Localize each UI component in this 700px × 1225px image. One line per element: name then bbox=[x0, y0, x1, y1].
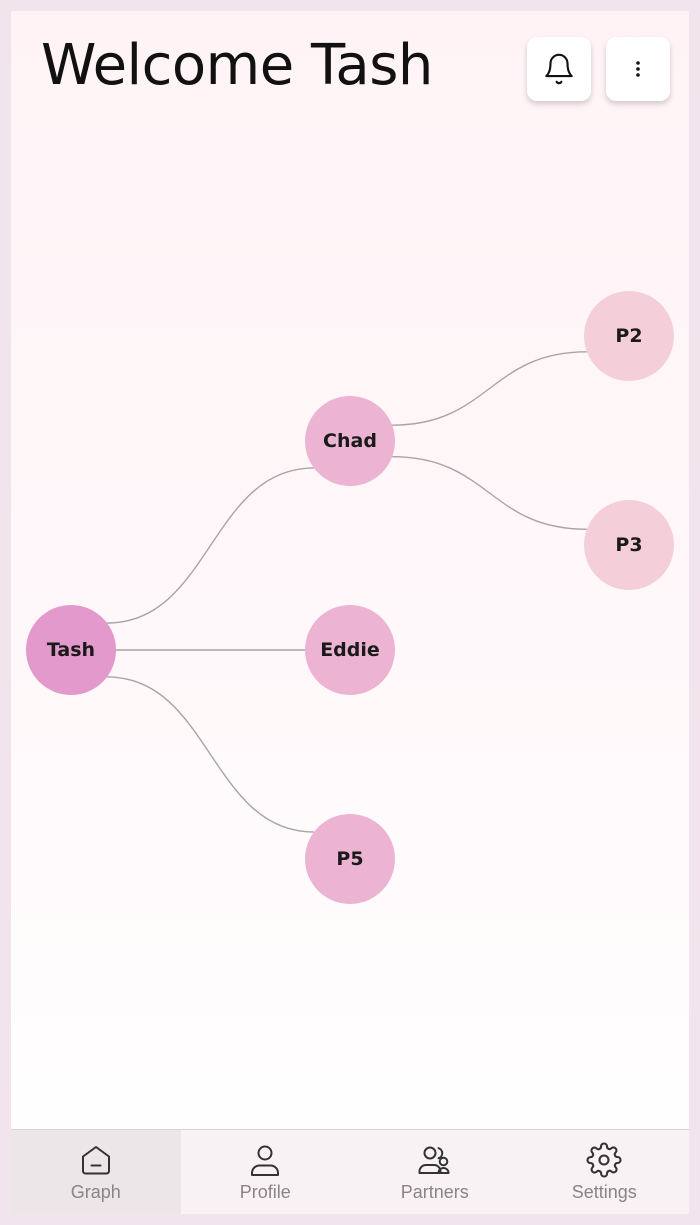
nav-label-profile: Profile bbox=[239, 1182, 291, 1202]
users-icon bbox=[418, 1146, 450, 1174]
graph-node-label: P5 bbox=[336, 848, 363, 870]
graph-edge-tash-p5 bbox=[107, 676, 314, 833]
bottom-nav: Graph Profile Partners Settings bbox=[11, 1129, 689, 1214]
graph-node-p5[interactable]: P5 bbox=[305, 814, 395, 904]
nav-item-partners[interactable]: Partners bbox=[350, 1130, 520, 1214]
gear-icon bbox=[586, 1142, 622, 1178]
relationship-graph: Tash Chad Eddie P5 P2 P3 bbox=[26, 291, 674, 904]
graph-node-tash[interactable]: Tash bbox=[26, 605, 116, 695]
graph-edge-chad-p3 bbox=[392, 456, 587, 530]
app-screen: Welcome Tash Tash Chad Eddie P5 P2 P3 Graph bbox=[11, 11, 689, 1214]
graph-node-p3[interactable]: P3 bbox=[584, 500, 674, 590]
nav-item-settings[interactable]: Settings bbox=[520, 1130, 690, 1214]
nav-item-profile[interactable]: Profile bbox=[181, 1130, 351, 1214]
graph-node-label: P3 bbox=[615, 534, 642, 556]
nav-label-settings: Settings bbox=[571, 1182, 637, 1202]
graph-node-chad[interactable]: Chad bbox=[305, 396, 395, 486]
nav-item-graph[interactable]: Graph bbox=[11, 1130, 181, 1214]
graph-edge-chad-p2 bbox=[392, 351, 587, 426]
home-icon bbox=[81, 1146, 110, 1175]
graph-node-label: Tash bbox=[47, 639, 95, 661]
graph-node-label: Eddie bbox=[320, 639, 380, 661]
graph-node-label: P2 bbox=[615, 325, 642, 347]
graph-node-label: Chad bbox=[323, 430, 377, 452]
graph-node-eddie[interactable]: Eddie bbox=[305, 605, 395, 695]
nav-label-partners: Partners bbox=[400, 1182, 469, 1202]
graph-node-p2[interactable]: P2 bbox=[584, 291, 674, 381]
user-icon bbox=[251, 1145, 280, 1176]
graph-edge-tash-chad bbox=[107, 467, 314, 624]
nav-label-graph: Graph bbox=[70, 1182, 121, 1202]
